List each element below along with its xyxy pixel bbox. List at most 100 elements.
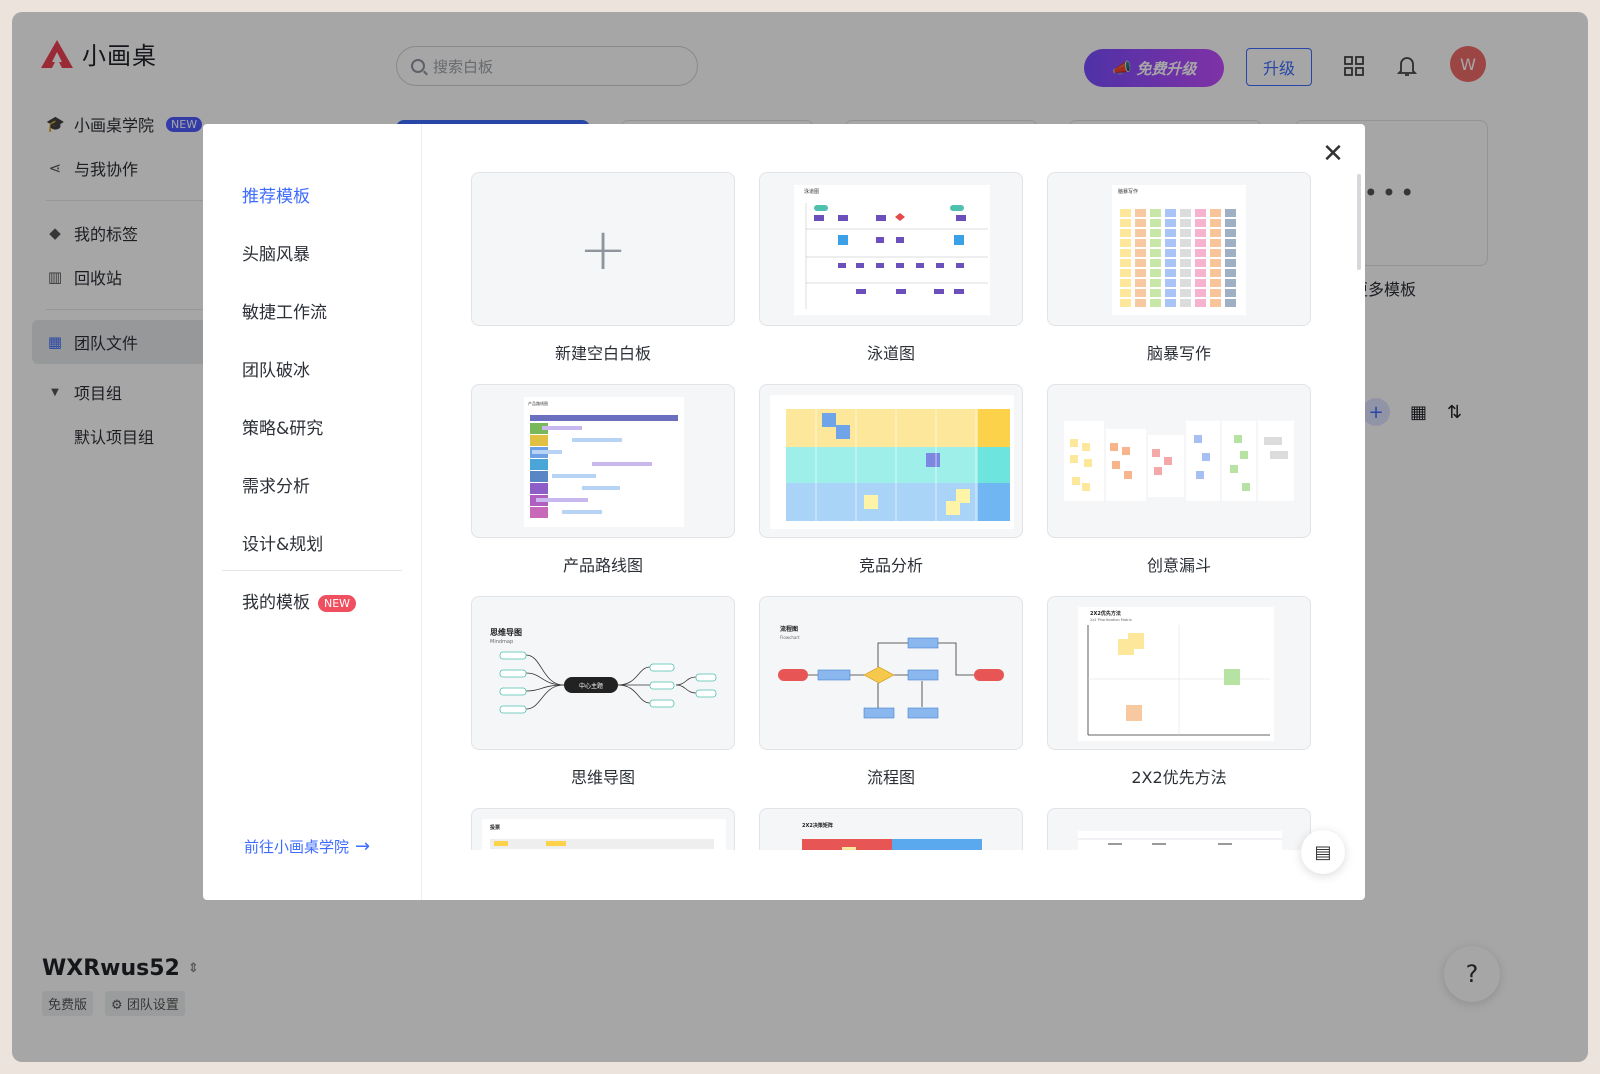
svg-text:流程图: 流程图 <box>780 625 798 633</box>
template-label: 产品路线图 <box>562 556 643 575</box>
roadmap-preview: 产品路线图 <box>524 397 684 527</box>
new-badge: NEW <box>318 594 357 612</box>
close-icon[interactable]: ✕ <box>1321 139 1345 169</box>
sticky-note <box>1135 239 1146 247</box>
template-card-partial[interactable]: 2X2决策矩阵 <box>759 808 1023 850</box>
sticky-note <box>1180 279 1191 287</box>
sticky-note <box>1120 209 1131 217</box>
roadmap-lane <box>530 435 548 446</box>
feedback-button[interactable]: ▤ <box>1301 830 1345 874</box>
template-label: 2X2优先方法 <box>1131 768 1227 787</box>
sticky-note <box>1225 229 1236 237</box>
category-strategy[interactable]: 策略&研究 <box>242 414 323 439</box>
template-2x2[interactable]: 2X2优先方法 2x2 Prioritization Matrix 2X2优先方… <box>1047 596 1311 788</box>
svg-text:2x2 Prioritization Matrix: 2x2 Prioritization Matrix <box>1090 618 1132 622</box>
academy-link[interactable]: 前往小画桌学院 → <box>244 836 370 857</box>
sticky-note <box>1165 239 1176 247</box>
sticky-note <box>1135 299 1146 307</box>
template-flowchart[interactable]: 流程图 Flowchart 流程图 <box>759 596 1023 788</box>
template-card-partial[interactable] <box>1047 808 1311 850</box>
sticky-note <box>1195 219 1206 227</box>
sticky-note <box>1225 249 1236 257</box>
sticky-note <box>1180 229 1191 237</box>
sticky-note <box>1165 299 1176 307</box>
sticky-note <box>1225 259 1236 267</box>
category-agile[interactable]: 敏捷工作流 <box>242 298 327 323</box>
template-label: 新建空白白板 <box>554 344 651 363</box>
roadmap-lane <box>530 483 548 494</box>
template-thumbnail: 脑暴写作 <box>1047 172 1311 326</box>
sticky-note <box>1150 219 1161 227</box>
sticky-note <box>1165 249 1176 257</box>
roadmap-bar <box>592 462 652 466</box>
template-thumbnail <box>1047 808 1311 850</box>
sticky-note <box>1150 299 1161 307</box>
roadmap-bar <box>552 474 596 478</box>
sticky-note <box>1195 269 1206 277</box>
template-thumbnail: 泳道图 <box>759 172 1023 326</box>
template-brainwriting[interactable]: 脑暴写作 脑暴写作 <box>1047 172 1311 364</box>
sticky-note <box>1180 259 1191 267</box>
svg-text:投票: 投票 <box>490 824 500 831</box>
template-label: 竞品分析 <box>858 556 923 575</box>
svg-text:思维导图: 思维导图 <box>490 627 522 637</box>
category-icebreaker[interactable]: 团队破冰 <box>242 356 310 381</box>
sticky-note <box>1135 279 1146 287</box>
svg-text:脑暴写作: 脑暴写作 <box>1118 188 1138 195</box>
sticky-note <box>1150 229 1161 237</box>
sticky-note <box>1180 249 1191 257</box>
svg-text:2X2优先方法: 2X2优先方法 <box>1090 610 1121 617</box>
sticky-note <box>1180 209 1191 217</box>
template-card-partial[interactable]: 投票 <box>471 808 735 850</box>
sticky-note <box>1135 219 1146 227</box>
sticky-note <box>1225 219 1236 227</box>
sticky-note <box>1165 279 1176 287</box>
sticky-note <box>1165 259 1176 267</box>
template-thumbnail: 2X2优先方法 2x2 Prioritization Matrix <box>1047 596 1311 750</box>
template-swimlane[interactable]: 泳道图 泳道图 <box>759 172 1023 364</box>
template-roadmap[interactable]: 产品路线图 产品路线图 <box>471 384 735 576</box>
category-my-templates[interactable]: 我的模板 NEW <box>242 588 357 613</box>
sticky-note <box>1135 209 1146 217</box>
sticky-note <box>1210 249 1221 257</box>
svg-text:泳道图: 泳道图 <box>804 188 819 195</box>
scrollbar[interactable] <box>1357 174 1361 270</box>
sticky-note <box>1120 259 1131 267</box>
sticky-note <box>1210 239 1221 247</box>
roadmap-bar <box>542 426 582 430</box>
sticky-note <box>1120 299 1131 307</box>
sticky-note <box>1180 299 1191 307</box>
sticky-note <box>1225 239 1236 247</box>
svg-text:中心主题: 中心主题 <box>579 682 603 690</box>
template-blank[interactable]: + 新建空白白板 <box>471 172 735 364</box>
roadmap-bar <box>532 450 562 454</box>
sticky-note <box>1195 249 1206 257</box>
template-mindmap[interactable]: 思维导图 Mindmap 中心主题 思维导图 <box>471 596 735 788</box>
sticky-note <box>1225 289 1236 297</box>
category-brainstorm[interactable]: 头脑风暴 <box>242 240 310 265</box>
sticky-note <box>1195 279 1206 287</box>
mindmap-preview: 思维导图 Mindmap 中心主题 <box>490 627 717 714</box>
svg-text:产品路线图: 产品路线图 <box>528 400 548 406</box>
template-label: 创意漏斗 <box>1146 556 1211 575</box>
template-thumbnail: 投票 <box>471 808 735 850</box>
template-thumbnail <box>1047 384 1311 538</box>
template-grid: + 新建空白白板 泳道图 泳道图 脑暴写作 脑暴写作 产品路线图 产品路线图 竞… <box>471 172 1311 850</box>
arrow-right-icon: → <box>355 836 371 857</box>
roadmap-bar <box>536 498 588 502</box>
sticky-note <box>1195 239 1206 247</box>
sticky-note <box>1165 209 1176 217</box>
template-label: 脑暴写作 <box>1146 344 1211 363</box>
category-recommended[interactable]: 推荐模板 <box>242 182 310 207</box>
sticky-note <box>1150 239 1161 247</box>
sticky-note <box>1150 259 1161 267</box>
my-templates-label: 我的模板 <box>242 593 310 613</box>
category-requirements[interactable]: 需求分析 <box>242 472 310 497</box>
2x2-preview: 2X2优先方法 2x2 Prioritization Matrix <box>1078 607 1274 741</box>
sticky-note <box>1120 229 1131 237</box>
category-design[interactable]: 设计&规划 <box>242 530 323 555</box>
sticky-note <box>1135 269 1146 277</box>
template-category-nav: 推荐模板 头脑风暴 敏捷工作流 团队破冰 策略&研究 需求分析 设计&规划 我的… <box>203 124 422 900</box>
template-funnel[interactable]: 创意漏斗 <box>1047 384 1311 576</box>
template-competitive[interactable]: 竞品分析 <box>759 384 1023 576</box>
